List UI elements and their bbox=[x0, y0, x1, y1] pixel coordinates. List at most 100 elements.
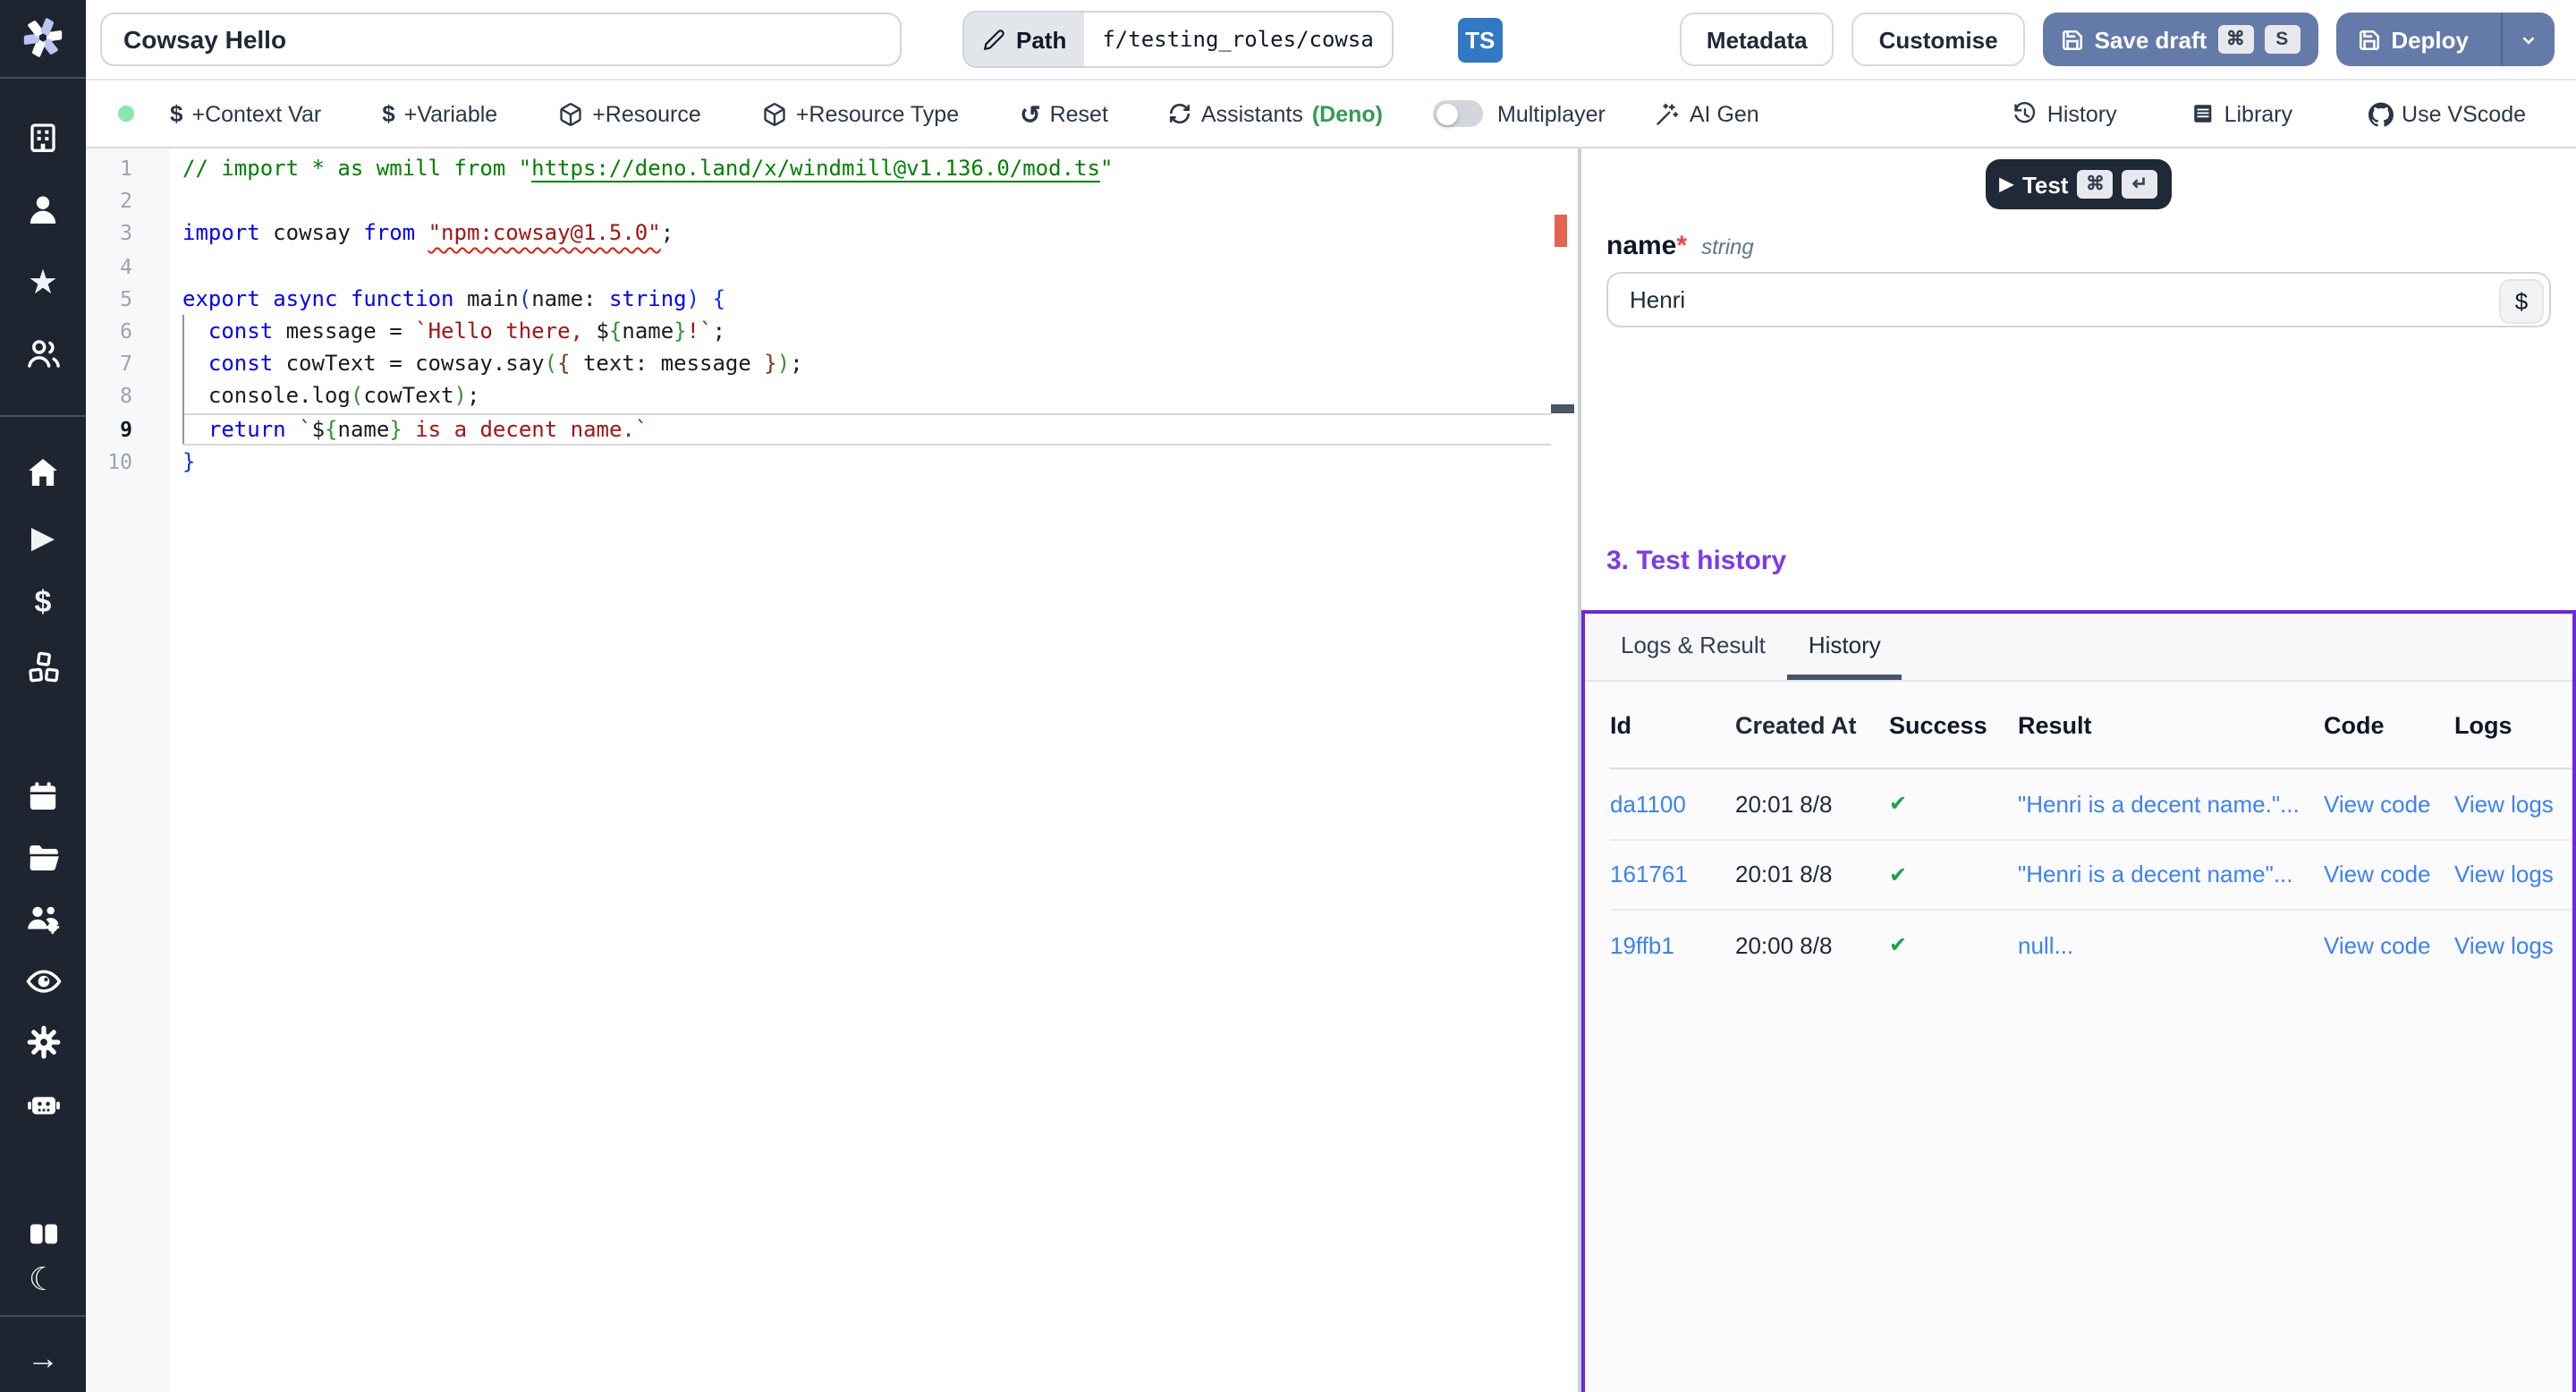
result-link[interactable]: "Henri is a decent name"... bbox=[2018, 862, 2324, 888]
editor-gutter: 12345678910 bbox=[86, 149, 170, 1392]
add-context-var-button[interactable]: $+Context Var bbox=[159, 98, 332, 129]
sidebar-divider bbox=[0, 415, 86, 417]
save-draft-button[interactable]: Save draft ⌘S bbox=[2043, 13, 2318, 66]
created-at: 20:01 8/8 bbox=[1735, 791, 1889, 818]
created-at: 20:01 8/8 bbox=[1735, 862, 1889, 888]
sidebar-item-folders[interactable] bbox=[0, 834, 86, 880]
status-dot bbox=[118, 106, 134, 122]
success-check-icon: ✔ bbox=[1889, 792, 2018, 817]
job-id-link[interactable]: 19ffb1 bbox=[1610, 932, 1735, 959]
code-area[interactable]: // import * as wmill from "https://deno.… bbox=[170, 149, 1551, 1392]
sidebar-item-workers[interactable] bbox=[0, 1081, 86, 1127]
customise-button[interactable]: Customise bbox=[1852, 13, 2025, 66]
history-table: Id Created At Success Result Code Logs d… bbox=[1585, 682, 2572, 980]
history-button[interactable]: History bbox=[2003, 99, 2128, 128]
multiplayer-toggle[interactable] bbox=[1433, 100, 1483, 127]
test-history-title: 3. Test history bbox=[1606, 546, 2551, 576]
sidebar-item-settings[interactable] bbox=[0, 1018, 86, 1065]
sidebar-item-user-groups[interactable] bbox=[0, 329, 86, 376]
topbar: Cowsay Hello Path f/testing_roles/cowsa … bbox=[86, 0, 2576, 81]
code-line[interactable]: const cowText = cowsay.say({ text: messa… bbox=[182, 347, 1551, 379]
job-id-link[interactable]: 161761 bbox=[1610, 862, 1735, 888]
sidebar-item-favorites[interactable]: ★ bbox=[0, 259, 86, 306]
test-button[interactable]: ▶ Test ⌘↵ bbox=[1986, 159, 2172, 209]
sidebar-item-resources[interactable] bbox=[0, 644, 86, 691]
sidebar-divider bbox=[0, 1315, 86, 1317]
assistants-button[interactable]: Assistants(Deno) bbox=[1158, 99, 1394, 128]
test-history-panel: Logs & Result History Id Created At Succ… bbox=[1581, 610, 2576, 1392]
github-icon bbox=[2368, 101, 2393, 126]
sidebar-item-schedules[interactable] bbox=[0, 773, 86, 819]
kbd-cmd: ⌘ bbox=[2077, 170, 2113, 199]
chevron-down-icon bbox=[2519, 30, 2538, 49]
path-group: Path f/testing_roles/cowsa bbox=[962, 11, 1394, 68]
view-code-link[interactable]: View code bbox=[2324, 791, 2454, 818]
code-line[interactable]: export async function main(name: string)… bbox=[182, 283, 1551, 315]
script-name-input[interactable]: Cowsay Hello bbox=[100, 13, 902, 66]
code-line[interactable]: } bbox=[182, 445, 1551, 477]
editor-toolbar: $+Context Var $+Variable +Resource +Reso… bbox=[86, 81, 2576, 149]
use-vscode-button[interactable]: Use VScode bbox=[2357, 99, 2537, 128]
overview-ruler-error-marker bbox=[1555, 215, 1567, 247]
overview-ruler-cursor-marker bbox=[1551, 404, 1574, 413]
line-number: 5 bbox=[86, 283, 170, 315]
code-line[interactable] bbox=[182, 184, 1551, 216]
view-code-link[interactable]: View code bbox=[2324, 862, 2454, 888]
required-asterisk: * bbox=[1676, 231, 1687, 261]
view-logs-link[interactable]: View logs bbox=[2454, 791, 2572, 818]
dollar-icon: $ bbox=[170, 100, 182, 127]
add-variable-button[interactable]: $+Variable bbox=[371, 98, 508, 129]
arg-name-input[interactable]: Henri $ bbox=[1606, 272, 2551, 327]
add-resource-button[interactable]: +Resource bbox=[547, 99, 712, 128]
code-line[interactable]: // import * as wmill from "https://deno.… bbox=[182, 152, 1551, 184]
sidebar-item-home[interactable] bbox=[0, 449, 86, 496]
sidebar-item-docs[interactable] bbox=[0, 1210, 86, 1256]
reset-button[interactable]: ↺Reset bbox=[1009, 99, 1119, 128]
code-line[interactable]: return `${name} is a decent name.` bbox=[182, 412, 1551, 445]
multiplayer-label: Multiplayer bbox=[1497, 101, 1606, 126]
code-editor[interactable]: 12345678910 // import * as wmill from "h… bbox=[86, 149, 1580, 1392]
code-line[interactable]: console.log(cowText); bbox=[182, 380, 1551, 412]
kbd-cmd: ⌘ bbox=[2217, 25, 2253, 54]
sidebar-item-user[interactable] bbox=[0, 186, 86, 233]
content: 12345678910 // import * as wmill from "h… bbox=[86, 149, 2576, 1392]
dollar-icon: $ bbox=[35, 586, 52, 616]
code-line[interactable]: import cowsay from "npm:cowsay@1.5.0"; bbox=[182, 217, 1551, 250]
sidebar-item-dark-mode[interactable]: ☾ bbox=[0, 1256, 86, 1303]
code-line[interactable] bbox=[182, 250, 1551, 282]
path-edit-button[interactable]: Path bbox=[964, 13, 1084, 66]
view-code-link[interactable]: View code bbox=[2324, 932, 2454, 959]
code-line[interactable]: const message = `Hello there, ${name}!`; bbox=[182, 315, 1551, 347]
sidebar-item-workspace[interactable] bbox=[0, 115, 86, 161]
sidebar-collapse-button[interactable]: → bbox=[0, 1335, 86, 1381]
job-id-link[interactable]: da1100 bbox=[1610, 791, 1735, 818]
sidebar-divider bbox=[0, 77, 86, 79]
sidebar-item-variables[interactable]: $ bbox=[0, 578, 86, 624]
sidebar-item-groups-settings[interactable] bbox=[0, 895, 86, 941]
result-link[interactable]: "Henri is a decent name."... bbox=[2018, 791, 2324, 818]
library-button[interactable]: Library bbox=[2182, 99, 2303, 128]
deploy-button[interactable]: Deploy bbox=[2335, 13, 2555, 66]
insert-variable-button[interactable]: $ bbox=[2499, 278, 2544, 323]
ai-gen-button[interactable]: AI Gen bbox=[1645, 99, 1770, 128]
pencil-icon bbox=[982, 28, 1005, 51]
windmill-logo-icon[interactable] bbox=[0, 14, 86, 61]
indent-guide bbox=[182, 315, 184, 444]
tab-history[interactable]: History bbox=[1787, 614, 1902, 680]
success-check-icon: ✔ bbox=[1889, 862, 2018, 887]
assistants-lang: (Deno) bbox=[1312, 101, 1383, 126]
sidebar-item-audit-logs[interactable] bbox=[0, 957, 86, 1004]
path-input[interactable]: f/testing_roles/cowsa bbox=[1084, 13, 1391, 66]
add-resource-type-button[interactable]: +Resource Type bbox=[751, 99, 970, 128]
kbd-s: S bbox=[2264, 25, 2300, 54]
sidebar-item-runs[interactable]: ▶ bbox=[0, 514, 86, 560]
view-logs-link[interactable]: View logs bbox=[2454, 862, 2572, 888]
metadata-button[interactable]: Metadata bbox=[1680, 13, 1835, 66]
line-number: 2 bbox=[86, 184, 170, 216]
view-logs-link[interactable]: View logs bbox=[2454, 932, 2572, 959]
result-link[interactable]: null... bbox=[2018, 932, 2324, 959]
deploy-dropdown-button[interactable] bbox=[2501, 13, 2555, 66]
tab-logs-result[interactable]: Logs & Result bbox=[1599, 614, 1787, 680]
sidebar: ★ ▶ $ ☾ bbox=[0, 0, 86, 1392]
typescript-badge: TS bbox=[1458, 17, 1503, 62]
